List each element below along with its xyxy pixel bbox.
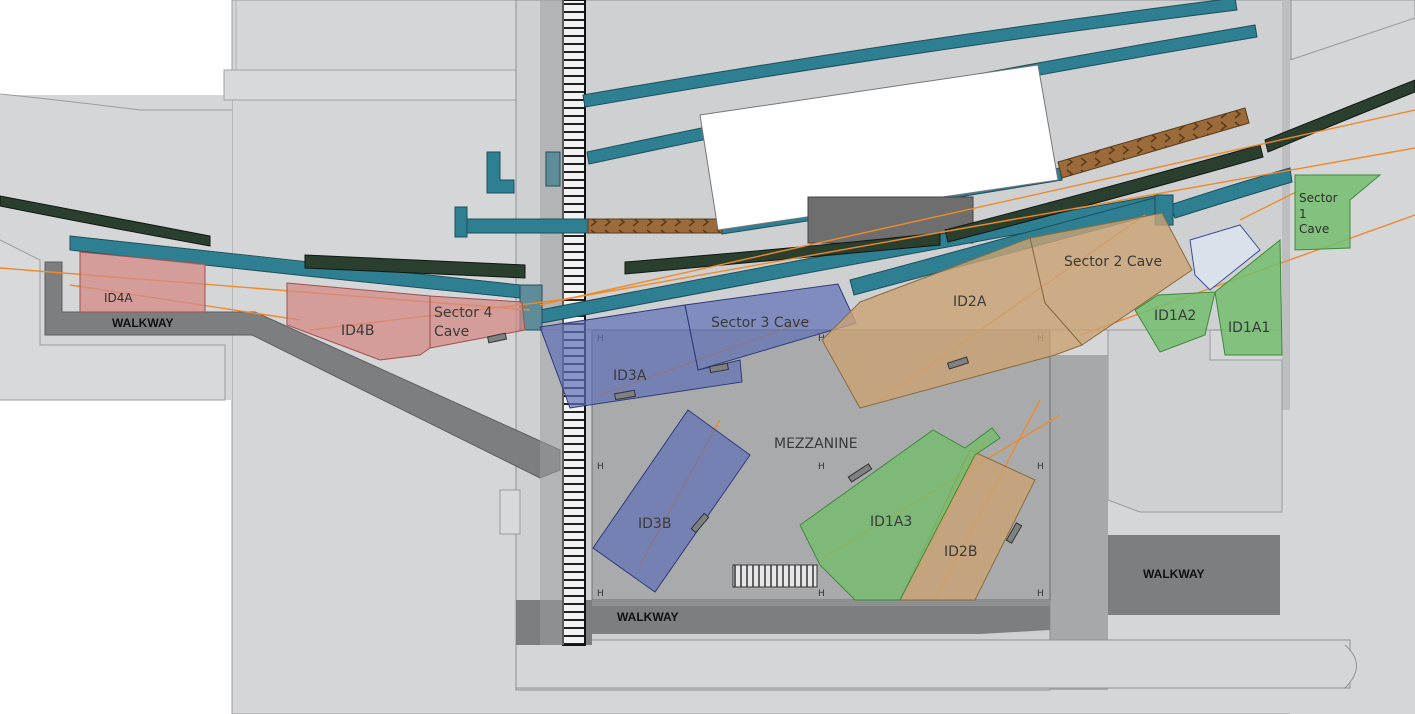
svg-text:H: H xyxy=(597,462,604,472)
label-id4b: ID4B xyxy=(341,323,374,339)
walkway-label-right: WALKWAY xyxy=(1143,567,1205,581)
label-id3b: ID3B xyxy=(638,516,671,532)
label-id1a1: ID1A1 xyxy=(1228,320,1270,336)
svg-text:H: H xyxy=(1037,589,1044,599)
label-sector1-cave-2: 1 xyxy=(1299,207,1307,221)
label-id2a: ID2A xyxy=(953,294,987,310)
beamline-floor-plan: HHH HHH HHH WALKWAY WALKWAY WALKWAY xyxy=(0,0,1415,714)
label-sector2-cave: Sector 2 Cave xyxy=(1064,254,1162,270)
label-id1a3: ID1A3 xyxy=(870,514,912,530)
label-sector4-cave-2: Cave xyxy=(434,324,469,340)
svg-text:H: H xyxy=(818,462,825,472)
svg-text:H: H xyxy=(597,589,604,599)
label-mezzanine: MEZZANINE xyxy=(774,436,858,452)
label-sector3-cave: Sector 3 Cave xyxy=(711,315,809,331)
label-id3a: ID3A xyxy=(613,368,647,384)
stairs xyxy=(732,564,818,588)
label-id1a2: ID1A2 xyxy=(1154,308,1196,324)
label-sector1-cave-1: Sector xyxy=(1299,191,1338,205)
svg-text:H: H xyxy=(1037,462,1044,472)
walkway-label-left: WALKWAY xyxy=(112,316,174,330)
walkway-label-center: WALKWAY xyxy=(617,610,679,624)
label-id4a: ID4A xyxy=(104,291,133,305)
svg-text:H: H xyxy=(818,589,825,599)
label-sector4-cave-1: Sector 4 xyxy=(434,305,492,321)
label-id2b: ID2B xyxy=(944,544,977,560)
label-sector1-cave-3: Cave xyxy=(1299,222,1329,236)
